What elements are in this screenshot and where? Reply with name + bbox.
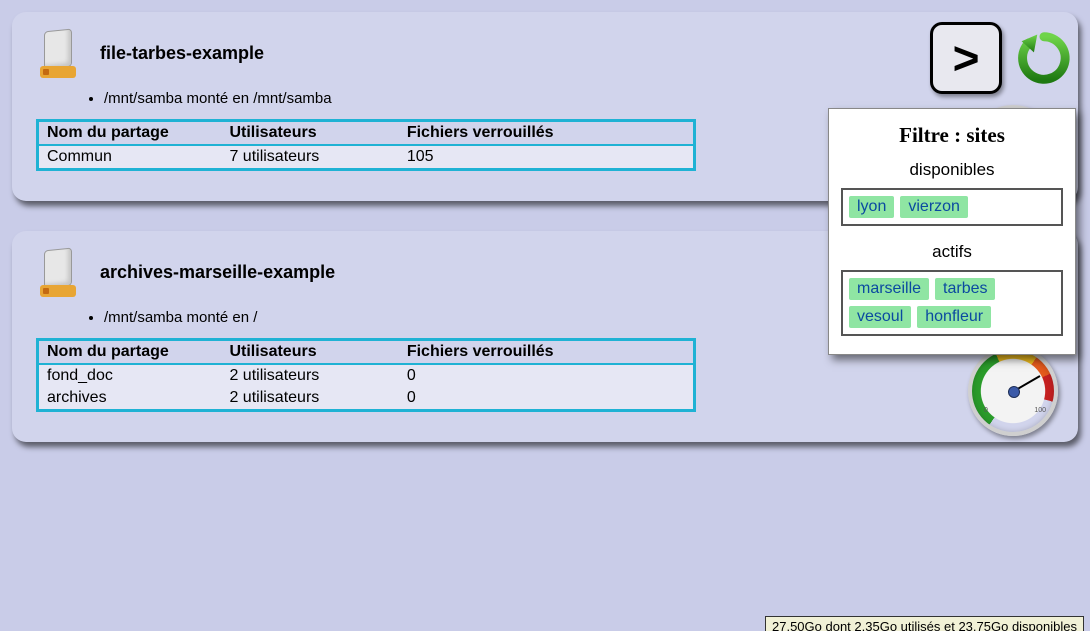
filter-available-box: lyon vierzon [841,188,1063,226]
col-locked: Fichiers verrouillés [399,121,695,146]
gauge-tooltip: 27.50Go dont 2.35Go utilisés et 23.75Go … [765,616,1084,631]
col-share: Nom du partage [38,340,222,365]
col-share: Nom du partage [38,121,222,146]
server-icon [36,30,82,76]
filter-chip[interactable]: marseille [849,278,929,300]
filter-active-label: actifs [841,242,1063,262]
share-table: Nom du partage Utilisateurs Fichiers ver… [36,338,696,412]
filter-title: Filtre : sites [841,123,1063,148]
filter-available-label: disponibles [841,160,1063,180]
filter-chip[interactable]: tarbes [935,278,995,300]
refresh-icon[interactable] [1016,30,1072,86]
filter-chip[interactable]: vierzon [900,196,968,218]
filter-active-box: marseille tarbes vesoul honfleur [841,270,1063,336]
cell-locked: 0 [399,364,695,387]
col-users: Utilisateurs [221,340,398,365]
mount-item: /mnt/samba monté en /mnt/samba [104,90,1054,107]
cell-users: 2 utilisateurs [221,387,398,411]
col-users: Utilisateurs [221,121,398,146]
filter-chip[interactable]: vesoul [849,306,911,328]
cell-locked: 0 [399,387,695,411]
disk-gauge[interactable]: 0 100 [968,346,1050,428]
server-title: file-tarbes-example [100,43,264,64]
table-row: Commun 7 utilisateurs 105 [38,145,695,170]
table-row: archives 2 utilisateurs 0 [38,387,695,411]
cell-users: 7 utilisateurs [221,145,398,170]
server-icon [36,249,82,295]
table-row: fond_doc 2 utilisateurs 0 [38,364,695,387]
cell-share: fond_doc [38,364,222,387]
col-locked: Fichiers verrouillés [399,340,695,365]
mount-list: /mnt/samba monté en /mnt/samba [64,90,1054,107]
cell-share: Commun [38,145,222,170]
cell-share: archives [38,387,222,411]
next-button[interactable]: > [930,22,1002,94]
filter-chip[interactable]: honfleur [917,306,991,328]
cell-locked: 105 [399,145,695,170]
share-table: Nom du partage Utilisateurs Fichiers ver… [36,119,696,171]
filter-chip[interactable]: lyon [849,196,894,218]
filter-panel: Filtre : sites disponibles lyon vierzon a… [828,108,1076,355]
server-title: archives-marseille-example [100,262,335,283]
cell-users: 2 utilisateurs [221,364,398,387]
